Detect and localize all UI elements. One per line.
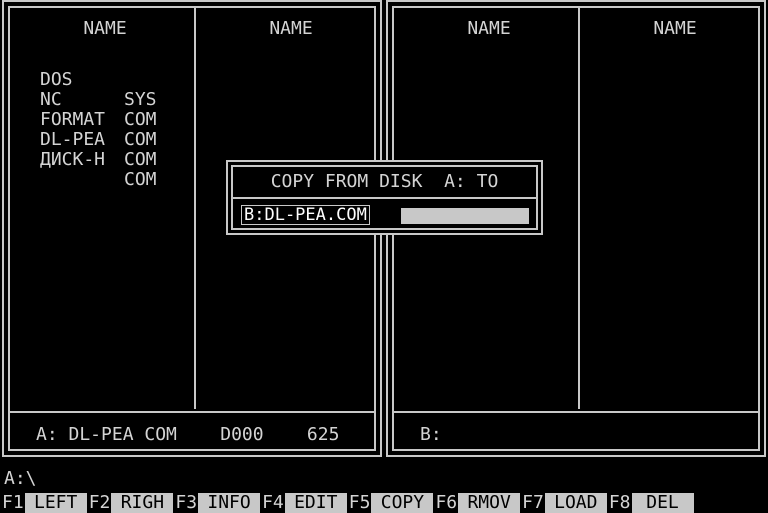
fkey-f2[interactable]: F2 RIGH [86,492,174,513]
fkey-number: F8 [606,492,632,513]
copy-dialog-title: COPY FROM DISK A: TO [270,171,499,192]
file-ext: COM [124,129,157,150]
left-panel-column-divider [194,8,196,409]
right-panel-status-separator [394,411,758,413]
fkey-f5[interactable]: F5 COPY [346,492,434,513]
fkey-label: DEL [631,493,694,513]
fkey-f3[interactable]: F3 INFO [173,492,261,513]
fkey-number: F7 [520,492,545,513]
fkey-label: LEFT [24,493,87,513]
left-panel-status-separator [10,411,374,413]
file-ext: COM [124,169,157,190]
copy-dialog: COPY FROM DISK A: TO B:DL-PEA.COM [226,160,543,235]
fkey-number: F1 [0,492,25,513]
left-panel-status-line: A: DL-PEA COM D000 625 [36,424,340,445]
fkey-f6[interactable]: F6 RMOV [433,492,521,513]
fkey-label: RMOV [458,493,521,513]
copy-dialog-separator [233,197,536,199]
fkey-label: INFO [198,493,261,513]
copy-destination-input[interactable]: B:DL-PEA.COM [241,205,531,225]
input-fill-area[interactable] [401,208,529,224]
file-ext: COM [124,149,157,170]
fkey-f8[interactable]: F8 DEL [606,492,694,513]
fkey-f1[interactable]: F1 LEFT [0,493,87,513]
fkey-label: EDIT [284,493,347,513]
fkey-number: F3 [173,492,199,513]
fkey-f7[interactable]: F7 LOAD [520,493,607,513]
right-panel-col1-header: NAME [467,18,511,39]
left-panel-col2-header: NAME [269,18,313,39]
fkey-label: RIGH [111,493,174,513]
list-item[interactable]: ДИСК-Н COM [40,130,157,210]
copy-destination-value[interactable]: B:DL-PEA.COM [241,205,370,225]
right-panel-status-line: B: [420,424,442,445]
command-prompt[interactable]: A:\ [4,468,37,489]
file-ext: COM [124,109,157,130]
fkey-label: COPY [371,493,434,513]
fkey-number: F5 [346,492,372,513]
fkey-number: F6 [433,492,459,513]
fkey-number: F4 [260,492,285,513]
fkey-f4[interactable]: F4 EDIT [260,493,347,513]
left-panel-col1-header: NAME [83,18,127,39]
function-key-bar: F1 LEFT F2 RIGH F3 INFO F4 EDIT F5 COPY F6 RMO… [0,493,768,513]
file-name: ДИСК-Н [40,149,106,170]
fkey-number: F2 [86,492,112,513]
right-panel-column-divider [578,8,580,409]
right-panel-col2-header: NAME [653,18,697,39]
file-ext: SYS [124,89,157,110]
fkey-label: LOAD [544,493,607,513]
